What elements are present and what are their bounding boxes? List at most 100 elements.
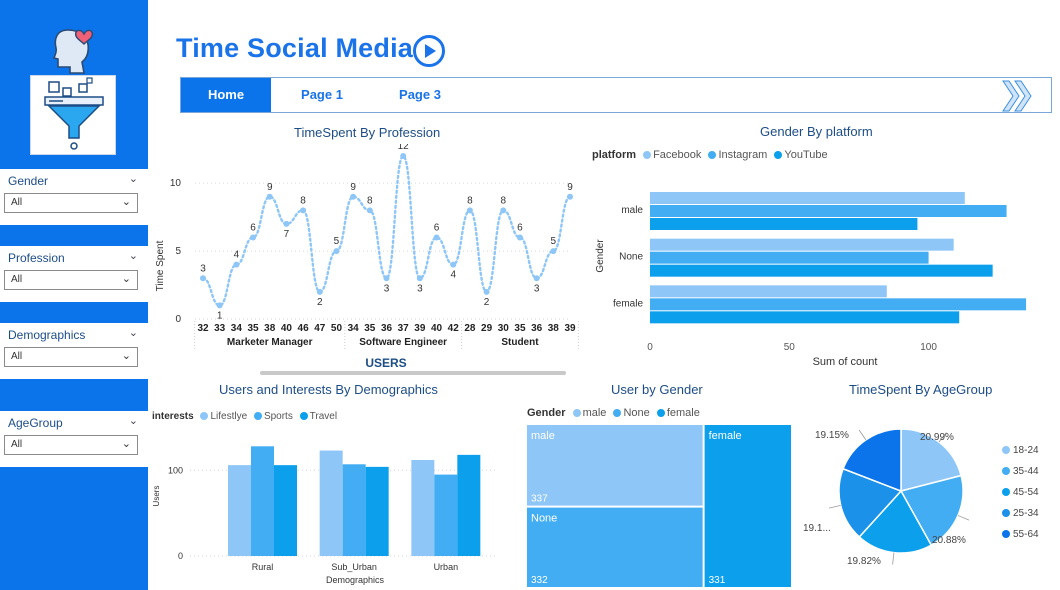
x-tick-label: 46 bbox=[298, 323, 310, 334]
bar bbox=[365, 466, 389, 556]
x-tick-label: 35 bbox=[514, 323, 526, 334]
x-tick-label: 100 bbox=[920, 342, 937, 353]
bar bbox=[650, 205, 1007, 217]
x-tick-label: 33 bbox=[214, 323, 226, 334]
timespent-by-profession-chart[interactable]: Time Spent USERS 05103321334346359387408… bbox=[150, 144, 580, 376]
legend-dot bbox=[613, 409, 622, 417]
play-icon[interactable] bbox=[412, 34, 446, 68]
double-chevron-right-icon[interactable] bbox=[1001, 79, 1033, 113]
bar bbox=[342, 464, 366, 556]
tile-label: male bbox=[531, 430, 555, 442]
data-point bbox=[383, 275, 390, 282]
x-tick-label: Sub_Urban bbox=[331, 562, 377, 572]
legend-item-youtube: YouTube bbox=[784, 149, 828, 161]
legend-interests: interests Lifestlye Sports Travel bbox=[152, 411, 337, 422]
x-tick-label: 30 bbox=[498, 323, 510, 334]
data-label: 3 bbox=[384, 283, 390, 294]
leader-line bbox=[828, 504, 841, 509]
gender-slicer-label: Gender bbox=[8, 174, 49, 188]
y-tick-label: male bbox=[621, 205, 643, 216]
chevron-down-icon[interactable]: ⌄ bbox=[129, 172, 138, 185]
bar bbox=[650, 285, 887, 298]
legend-dot bbox=[708, 151, 717, 159]
legend-dot bbox=[253, 412, 262, 420]
data-label: 8 bbox=[367, 195, 373, 206]
gender-dropdown-value: All bbox=[11, 197, 23, 208]
logo bbox=[30, 75, 116, 155]
agegroup-slicer-label: AgeGroup bbox=[8, 416, 63, 430]
chevron-down-icon[interactable]: ⌄ bbox=[129, 414, 138, 427]
data-label: 1 bbox=[217, 310, 223, 321]
chevron-down-icon[interactable]: ⌄ bbox=[122, 195, 131, 208]
legend-item: 18-24 bbox=[1013, 445, 1039, 456]
chart-title-user-gender: User by Gender bbox=[611, 382, 703, 397]
data-label: 8 bbox=[467, 195, 473, 206]
gender-slicer[interactable]: Gender ⌄ All ⌄ bbox=[0, 169, 148, 225]
chevron-down-icon[interactable]: ⌄ bbox=[122, 272, 131, 285]
x-tick-label: Urban bbox=[434, 562, 459, 572]
profession-slicer[interactable]: Profession ⌄ All ⌄ bbox=[0, 246, 148, 302]
bar bbox=[274, 465, 297, 556]
profession-dropdown[interactable]: All ⌄ bbox=[4, 270, 138, 290]
agegroup-dropdown[interactable]: All ⌄ bbox=[4, 435, 138, 455]
data-point bbox=[550, 248, 557, 255]
x-axis-label: USERS bbox=[365, 356, 406, 370]
x-tick-label: 34 bbox=[231, 323, 243, 334]
data-point bbox=[416, 275, 423, 282]
legend-item-travel: Travel bbox=[309, 411, 338, 422]
bar bbox=[650, 298, 1027, 311]
legend-title: interests bbox=[152, 411, 194, 422]
agegroup-slicer[interactable]: AgeGroup ⌄ All ⌄ bbox=[0, 411, 148, 467]
tab-page-1[interactable]: Page 1 bbox=[277, 78, 367, 112]
data-label: 19.15% bbox=[815, 430, 849, 441]
legend-gender: Gender male None female bbox=[527, 407, 700, 419]
user-by-gender-treemap[interactable]: male 337 None 332 female 331 bbox=[527, 425, 791, 587]
data-point bbox=[333, 248, 340, 255]
data-label: 12 bbox=[398, 144, 410, 152]
demographics-dropdown[interactable]: All ⌄ bbox=[4, 347, 138, 367]
leader-line bbox=[858, 429, 867, 441]
group-label: Student bbox=[501, 337, 539, 348]
data-label: 8 bbox=[500, 195, 506, 206]
x-tick-label: 39 bbox=[414, 323, 426, 334]
legend-item-sports: Sports bbox=[263, 411, 293, 422]
data-label: 6 bbox=[517, 223, 523, 234]
x-axis-label: Sum of count bbox=[813, 356, 878, 368]
demographics-slicer[interactable]: Demographics ⌄ All ⌄ bbox=[0, 323, 148, 379]
data-point bbox=[250, 234, 257, 241]
timespent-by-agegroup-pie[interactable]: 20.99% 20.88% 19.82% 19.1... 19.15% 18-24 35-4… bbox=[794, 400, 1058, 590]
gender-dropdown[interactable]: All ⌄ bbox=[4, 193, 138, 213]
horizontal-scrollbar[interactable] bbox=[260, 371, 566, 375]
chevron-down-icon[interactable]: ⌄ bbox=[122, 349, 131, 362]
tab-home[interactable]: Home bbox=[181, 78, 271, 112]
x-tick-label: 40 bbox=[431, 323, 443, 334]
bar bbox=[650, 238, 954, 251]
data-point bbox=[516, 234, 523, 241]
legend-dot bbox=[299, 412, 308, 420]
funnel-icon bbox=[44, 77, 104, 150]
y-axis-label: Users bbox=[152, 486, 161, 507]
tile-value: 331 bbox=[709, 575, 726, 586]
dashboard: Gender ⌄ All ⌄ Profession ⌄ All ⌄ Demogr… bbox=[0, 0, 1060, 590]
users-interests-demographics-chart[interactable]: Users Demographics 0 100 Rural Sub_Urban Urb… bbox=[150, 428, 510, 590]
chevron-down-icon[interactable]: ⌄ bbox=[129, 326, 138, 339]
x-tick-label: 36 bbox=[381, 323, 393, 334]
bar bbox=[650, 311, 960, 324]
data-point bbox=[433, 234, 440, 241]
bar bbox=[319, 450, 343, 556]
y-tick-label: 10 bbox=[170, 178, 182, 189]
data-label: 9 bbox=[567, 182, 573, 193]
data-label: 7 bbox=[284, 229, 290, 240]
gender-by-platform-chart[interactable]: Gender Sum of count 0 50 100 male None female bbox=[590, 168, 1050, 378]
legend-item-lifestlye: Lifestlye bbox=[210, 411, 248, 422]
x-tick-label: 50 bbox=[331, 323, 343, 334]
data-label: 4 bbox=[450, 270, 456, 281]
tab-page-3[interactable]: Page 3 bbox=[375, 78, 465, 112]
legend-item-instagram: Instagram bbox=[718, 149, 768, 161]
y-axis-label: Gender bbox=[595, 239, 606, 273]
chart-title-timespent-profession: TimeSpent By Profession bbox=[294, 125, 441, 140]
bar bbox=[650, 251, 929, 264]
chevron-down-icon[interactable]: ⌄ bbox=[129, 249, 138, 262]
x-tick-label: 38 bbox=[264, 323, 276, 334]
chevron-down-icon[interactable]: ⌄ bbox=[122, 437, 131, 450]
